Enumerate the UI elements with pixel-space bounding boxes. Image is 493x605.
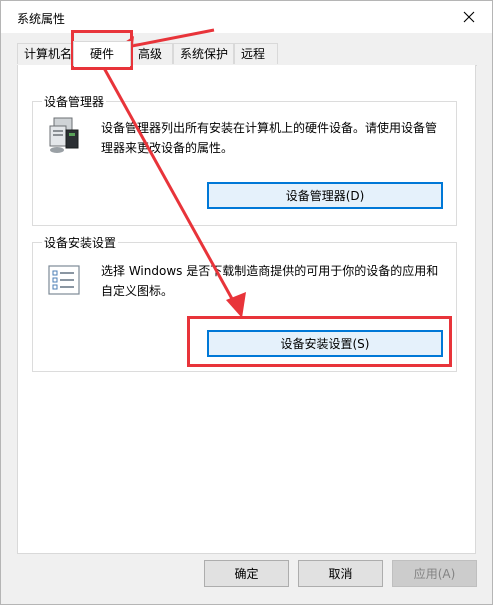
device-manager-description: 设备管理器列出所有安装在计算机上的硬件设备。请使用设备管理器来更改设备的属性。: [101, 121, 438, 155]
device-manager-group-title: 设备管理器: [42, 93, 107, 110]
checklist-icon: [48, 265, 80, 295]
apply-button[interactable]: 应用(A): [392, 560, 477, 587]
cancel-button[interactable]: 取消: [298, 560, 383, 587]
device-manager-button[interactable]: 设备管理器(D): [207, 182, 443, 209]
device-manager-group: 设备管理器 设备管理器列出所有安装在计算机上的硬件设备。请使用设备管理器来更改设…: [32, 93, 457, 226]
close-icon: [463, 11, 475, 23]
device-manager-icon: [49, 117, 79, 153]
tab-bar: 计算机名 硬件 高级 系统保护 远程: [17, 41, 477, 66]
tab-computer-name[interactable]: 计算机名: [17, 43, 73, 64]
device-install-group-title: 设备安装设置: [42, 234, 119, 251]
tab-advanced[interactable]: 高级: [131, 43, 173, 64]
dialog-footer: 确定 取消 应用(A): [1, 556, 492, 604]
title-bar[interactable]: 系统属性: [1, 1, 492, 33]
tab-hardware[interactable]: 硬件: [73, 41, 131, 66]
close-button[interactable]: [446, 1, 492, 33]
tab-system-protection[interactable]: 系统保护: [173, 43, 234, 64]
device-install-group: 设备安装设置 选择 Windows 是否下载制造商提供的可用于你的设备的应用和自…: [32, 234, 457, 372]
window-title: 系统属性: [17, 12, 66, 26]
system-properties-dialog: 系统属性 计算机名 硬件 高级 系统保护 远程 设备管理器 设备管理器列出所有安…: [0, 0, 493, 605]
device-install-settings-button[interactable]: 设备安装设置(S): [207, 330, 443, 357]
device-install-description: 选择 Windows 是否下载制造商提供的可用于你的设备的应用和自定义图标。: [101, 264, 439, 298]
ok-button[interactable]: 确定: [204, 560, 289, 587]
tab-remote[interactable]: 远程: [234, 43, 278, 64]
hardware-tab-panel: 设备管理器 设备管理器列出所有安装在计算机上的硬件设备。请使用设备管理器来更改设…: [17, 65, 476, 554]
